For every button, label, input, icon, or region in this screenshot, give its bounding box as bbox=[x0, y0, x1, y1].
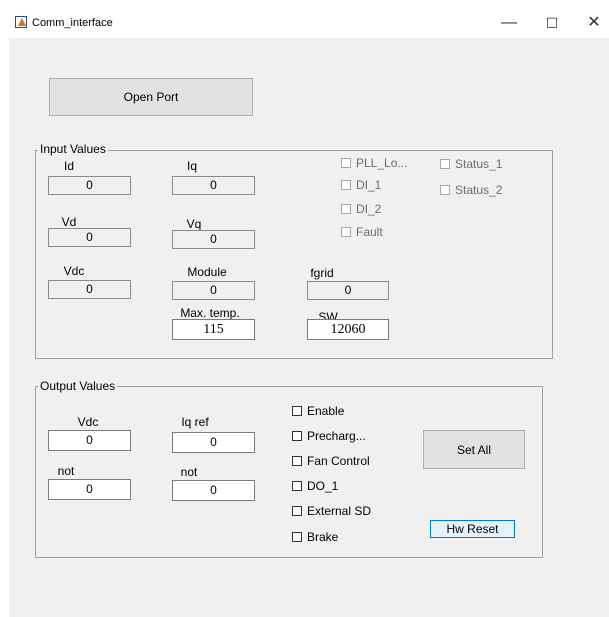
title-bar: Comm_interface — ☐ ✕ bbox=[9, 8, 609, 38]
not-1-label: not bbox=[57, 464, 75, 478]
max-temp-label: Max. temp. bbox=[180, 306, 240, 320]
id-label: Id bbox=[63, 159, 74, 173]
precharge-checkbox[interactable]: Precharg... bbox=[292, 429, 366, 443]
di-1-checkbox: DI_1 bbox=[341, 178, 381, 192]
iq-label: Iq bbox=[186, 159, 197, 173]
fault-checkbox: Fault bbox=[341, 225, 383, 239]
fgrid-value: 0 bbox=[307, 281, 389, 300]
fgrid-label: fgrid bbox=[310, 266, 334, 280]
not-1-input[interactable]: 0 bbox=[48, 479, 131, 500]
vq-value: 0 bbox=[172, 230, 255, 249]
not-2-input[interactable]: 0 bbox=[172, 480, 255, 501]
vdc-input-label: Vdc bbox=[63, 264, 85, 278]
checkbox-box bbox=[440, 159, 450, 169]
fan-control-label: Fan Control bbox=[307, 454, 370, 468]
checkbox-box bbox=[341, 227, 351, 237]
main-window: Comm_interface — ☐ ✕ Open Port Input Val… bbox=[9, 8, 609, 617]
di-1-label: DI_1 bbox=[356, 178, 382, 192]
external-sd-label: External SD bbox=[307, 504, 372, 518]
not-2-label: not bbox=[180, 465, 198, 479]
do-1-checkbox[interactable]: DO_1 bbox=[292, 479, 338, 493]
set-all-button[interactable]: Set All bbox=[423, 430, 525, 469]
matlab-app-icon bbox=[15, 16, 27, 28]
input-values-title: Input Values bbox=[38, 142, 108, 156]
pll-lock-label: PLL_Lo... bbox=[356, 156, 408, 170]
di-2-checkbox: DI_2 bbox=[341, 202, 381, 216]
id-value: 0 bbox=[48, 176, 131, 195]
iq-ref-label: Iq ref bbox=[181, 415, 209, 429]
vdc-output-label: Vdc bbox=[77, 415, 99, 429]
checkbox-box[interactable] bbox=[292, 506, 302, 516]
status-1-checkbox: Status_1 bbox=[440, 157, 502, 171]
fan-control-checkbox[interactable]: Fan Control bbox=[292, 454, 370, 468]
enable-label: Enable bbox=[307, 404, 345, 418]
hw-reset-button[interactable]: Hw Reset bbox=[430, 520, 515, 538]
checkbox-box[interactable] bbox=[292, 431, 302, 441]
module-label: Module bbox=[187, 265, 227, 279]
checkbox-box[interactable] bbox=[292, 406, 302, 416]
fault-label: Fault bbox=[356, 225, 383, 239]
checkbox-box[interactable] bbox=[292, 481, 302, 491]
open-port-button[interactable]: Open Port bbox=[49, 78, 253, 116]
status-2-label: Status_2 bbox=[455, 183, 503, 197]
vdc-output-input[interactable]: 0 bbox=[48, 430, 131, 451]
checkbox-box bbox=[440, 185, 450, 195]
di-2-label: DI_2 bbox=[356, 202, 382, 216]
enable-checkbox[interactable]: Enable bbox=[292, 404, 344, 418]
max-temp-value: 115 bbox=[172, 319, 255, 340]
brake-label: Brake bbox=[307, 530, 339, 544]
precharge-label: Precharg... bbox=[307, 429, 366, 443]
checkbox-box bbox=[341, 204, 351, 214]
checkbox-box bbox=[341, 158, 351, 168]
vdc-input-value: 0 bbox=[48, 280, 131, 299]
checkbox-box bbox=[341, 180, 351, 190]
external-sd-checkbox[interactable]: External SD bbox=[292, 504, 371, 518]
iq-value: 0 bbox=[172, 176, 255, 195]
output-values-title: Output Values bbox=[38, 379, 118, 393]
maximize-button[interactable]: ☐ bbox=[537, 12, 567, 34]
vq-label: Vq bbox=[186, 217, 202, 231]
module-value: 0 bbox=[172, 281, 255, 300]
vd-label: Vd bbox=[61, 215, 77, 229]
brake-checkbox[interactable]: Brake bbox=[292, 530, 338, 544]
checkbox-box[interactable] bbox=[292, 532, 302, 542]
vd-value: 0 bbox=[48, 228, 131, 247]
status-2-checkbox: Status_2 bbox=[440, 183, 502, 197]
close-button[interactable]: ✕ bbox=[579, 12, 609, 34]
sw-value: 12060 bbox=[307, 319, 389, 340]
pll-lock-checkbox: PLL_Lo... bbox=[341, 156, 407, 170]
minimize-button[interactable]: — bbox=[494, 12, 524, 34]
status-1-label: Status_1 bbox=[455, 157, 503, 171]
window-title: Comm_interface bbox=[32, 17, 113, 29]
iq-ref-input[interactable]: 0 bbox=[172, 432, 255, 453]
do-1-label: DO_1 bbox=[307, 479, 339, 493]
checkbox-box[interactable] bbox=[292, 456, 302, 466]
